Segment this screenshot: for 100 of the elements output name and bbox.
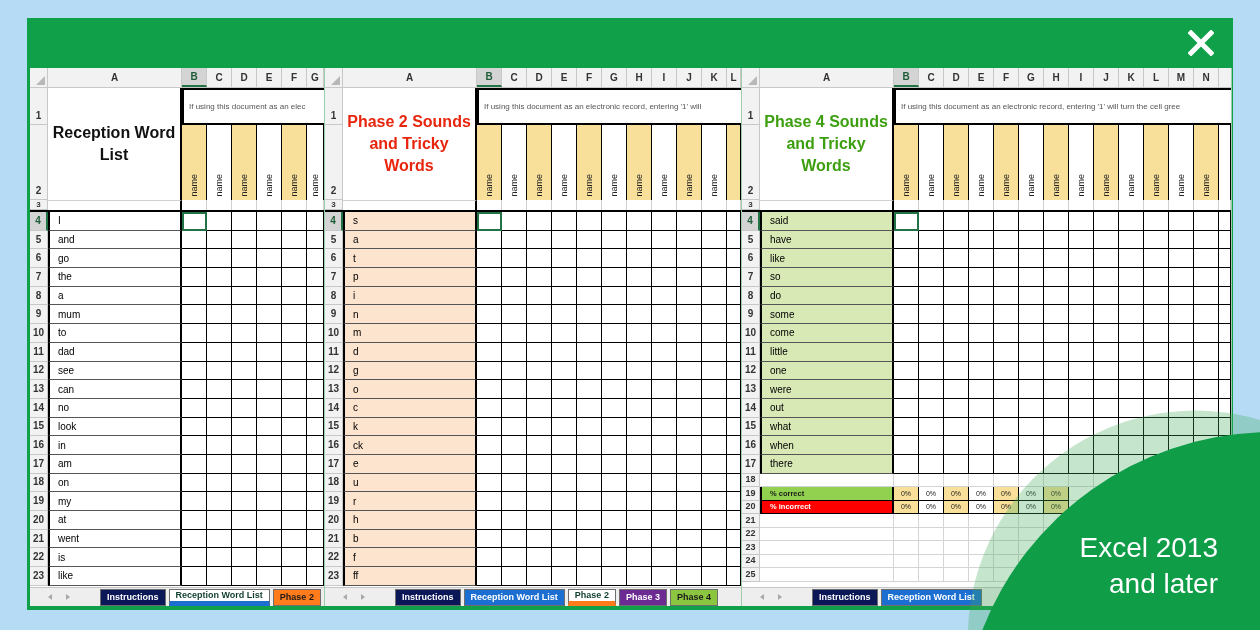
column-header[interactable]: E [257, 68, 282, 87]
row-header[interactable]: 23 [325, 567, 343, 586]
row-header[interactable]: 2 [742, 125, 760, 200]
sheet-tab[interactable]: Instructions [100, 589, 166, 606]
row-header[interactable]: 21 [742, 514, 760, 528]
column-header[interactable]: L [1144, 68, 1169, 87]
note-cell: If using this document as an electronic record, entering '1' will [477, 88, 741, 125]
selected-cell[interactable] [477, 212, 502, 231]
row-header[interactable]: 7 [325, 268, 343, 287]
row-header[interactable]: 3 [742, 200, 760, 210]
row-header[interactable]: 1 [325, 88, 343, 125]
name-header-cell: name [477, 125, 502, 200]
column-header[interactable]: E [969, 68, 994, 87]
name-header-cell: name [1194, 125, 1219, 200]
row-header[interactable]: 16 [325, 436, 343, 455]
column-header[interactable]: F [282, 68, 307, 87]
name-header-cell: name [994, 125, 1019, 200]
row-header[interactable]: 13 [742, 380, 760, 399]
name-header-cell: name [1144, 125, 1169, 200]
row-header[interactable]: 23 [742, 541, 760, 555]
row-header[interactable]: 13 [30, 380, 48, 399]
column-header[interactable]: C [919, 68, 944, 87]
row-header[interactable]: 19 [742, 487, 760, 501]
row-header[interactable]: 4 [742, 212, 760, 231]
name-header-cell: name [627, 125, 652, 200]
selected-cell[interactable] [894, 212, 919, 231]
sheet-tab[interactable]: Reception Word List [168, 589, 270, 606]
row-header[interactable]: 22 [30, 548, 48, 568]
column-header[interactable]: G [602, 68, 627, 87]
column-header[interactable]: E [552, 68, 577, 87]
row-header[interactable]: 1 [742, 88, 760, 125]
column-header[interactable]: F [994, 68, 1019, 87]
close-button[interactable] [1188, 30, 1214, 56]
row-header[interactable]: 10 [30, 324, 48, 343]
row-header[interactable]: 4 [30, 212, 48, 231]
row-header[interactable]: 9 [30, 305, 48, 325]
column-header[interactable]: B [894, 68, 919, 87]
word-cell: r [343, 492, 477, 511]
row-header[interactable]: 10 [325, 324, 343, 343]
selected-cell[interactable] [182, 212, 207, 231]
column-header[interactable]: N [1194, 68, 1219, 87]
column-header[interactable]: H [627, 68, 652, 87]
row-header[interactable]: 19 [325, 492, 343, 511]
row-header[interactable]: 13 [325, 380, 343, 399]
row-header[interactable]: 3 [30, 200, 48, 210]
column-header[interactable]: J [1094, 68, 1119, 87]
row-header[interactable]: 6 [325, 249, 343, 269]
row-header[interactable]: 10 [742, 324, 760, 343]
row-header[interactable]: 19 [30, 492, 48, 511]
sheet-tab[interactable]: Reception Word List [880, 589, 982, 606]
row-header[interactable]: 23 [30, 567, 48, 586]
column-header[interactable]: H [1044, 68, 1069, 87]
column-header[interactable]: L [727, 68, 741, 87]
word-cell: n [343, 305, 477, 325]
sheet-tab[interactable]: Phase 4 [669, 589, 718, 606]
row-header[interactable]: 4 [325, 212, 343, 231]
row-header[interactable]: 20 [30, 511, 48, 530]
sheet-title: Phase 2 Sounds and Tricky Words [346, 112, 472, 176]
column-header[interactable]: G [307, 68, 324, 87]
column-header[interactable]: C [502, 68, 527, 87]
column-header[interactable]: K [1119, 68, 1144, 87]
row-header[interactable]: 7 [30, 268, 48, 287]
column-header[interactable]: G [1019, 68, 1044, 87]
column-header[interactable]: I [1069, 68, 1094, 87]
sheet-tab[interactable]: Phase 2 [567, 589, 616, 606]
row-header[interactable]: 22 [325, 548, 343, 568]
column-header[interactable]: K [702, 68, 727, 87]
sheet-tab[interactable]: Phase 2 [272, 589, 321, 606]
sheet-tab[interactable]: Reception Word List [463, 589, 565, 606]
word-cell: some [760, 305, 894, 325]
column-header[interactable]: D [944, 68, 969, 87]
row-header[interactable]: 9 [325, 305, 343, 325]
word-cell: said [760, 212, 894, 231]
column-header[interactable]: B [182, 68, 207, 87]
row-header[interactable]: 16 [742, 436, 760, 455]
column-header[interactable]: D [232, 68, 257, 87]
column-header[interactable]: M [1169, 68, 1194, 87]
column-header[interactable]: D [527, 68, 552, 87]
sheet-tab[interactable]: Phase 3 [618, 589, 667, 606]
row-header[interactable]: 1 [30, 88, 48, 125]
column-header[interactable]: C [207, 68, 232, 87]
sheet-tab[interactable]: Instructions [395, 589, 461, 606]
sheet-tab[interactable]: Instructions [812, 589, 878, 606]
column-header[interactable]: I [652, 68, 677, 87]
row-header[interactable]: 2 [30, 125, 48, 200]
column-header[interactable]: J [677, 68, 702, 87]
row-header[interactable]: 20 [325, 511, 343, 530]
column-header[interactable]: B [477, 68, 502, 87]
column-header[interactable]: F [577, 68, 602, 87]
word-cell: m [343, 324, 477, 343]
row-header[interactable]: 16 [30, 436, 48, 455]
row-header[interactable]: 2 [325, 125, 343, 200]
row-header[interactable]: 6 [30, 249, 48, 269]
row-header[interactable]: 9 [742, 305, 760, 325]
row-header[interactable]: 25 [742, 568, 760, 582]
row-header[interactable]: 6 [742, 249, 760, 269]
name-header-cell: name [1094, 125, 1119, 200]
name-header-cell: name [282, 125, 307, 200]
row-header[interactable]: 3 [325, 200, 343, 210]
row-header[interactable]: 7 [742, 268, 760, 287]
